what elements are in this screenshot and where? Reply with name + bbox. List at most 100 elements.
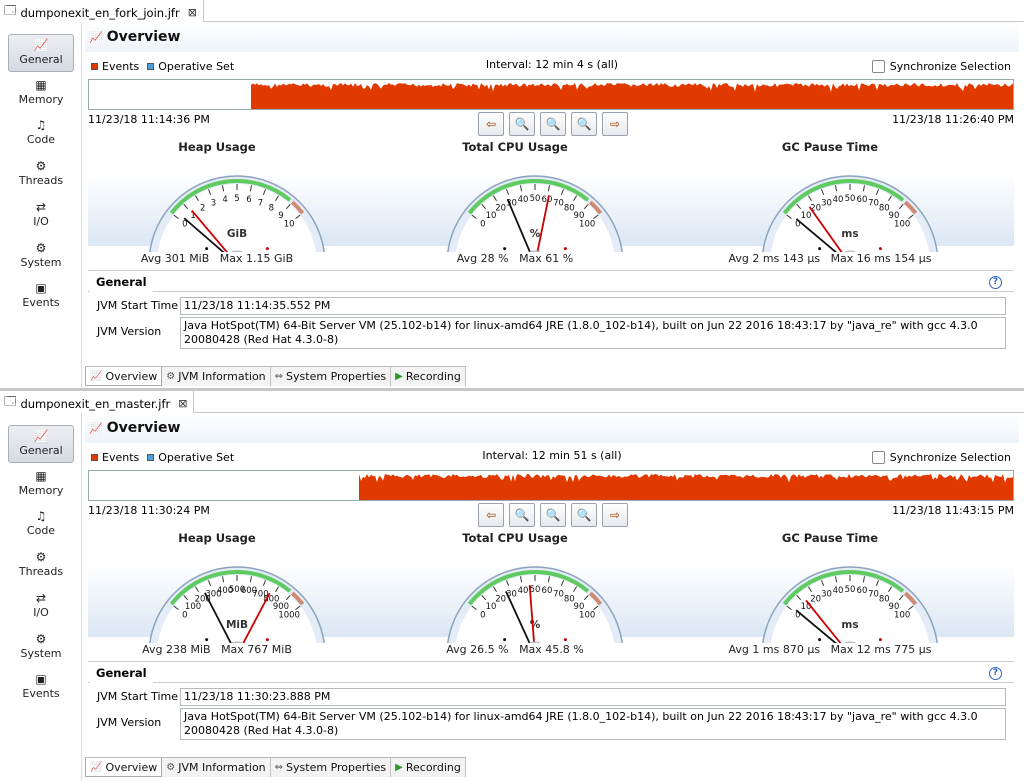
scroll-right-button[interactable]: ⇨: [602, 503, 628, 527]
zoom-in-button[interactable]: 🔍: [571, 112, 597, 136]
events-icon: ▣: [35, 672, 47, 687]
jvm-start-time-label: JVM Start Time: [97, 690, 179, 703]
heap-gauge: 01002003004005006007008009001000MiB: [149, 566, 325, 643]
memory-icon: ▦: [35, 468, 47, 483]
help-icon[interactable]: ?: [989, 667, 1002, 680]
events-timeline[interactable]: [88, 470, 1014, 501]
timeline-start-time: 11/23/18 11:30:24 PM: [88, 504, 210, 517]
sidebar-item-general[interactable]: 📈 General: [8, 425, 74, 463]
divider: [88, 291, 1014, 292]
synchronize-checkbox[interactable]: [871, 451, 885, 464]
general-section-tab[interactable]: General: [90, 664, 153, 684]
sidebar-item-system[interactable]: ⚙ System: [8, 629, 74, 667]
scroll-left-button[interactable]: ⇦: [478, 503, 504, 527]
gauge-marker: [265, 638, 269, 642]
tab-jvm-information[interactable]: ⚙ JVM Information: [162, 367, 271, 386]
sidebar-item-label: Memory: [18, 483, 64, 497]
zoom-in-button[interactable]: 🔍: [571, 503, 597, 527]
io-icon: ⇄: [35, 199, 47, 214]
gauge-marker: [818, 247, 822, 251]
sidebar-item-code[interactable]: ♫ Code: [8, 506, 74, 544]
events-timeline[interactable]: [88, 79, 1014, 110]
sidebar-item-threads[interactable]: ⚙ Threads: [8, 547, 74, 585]
gauge-tick-label: 20: [495, 595, 506, 605]
tab-label: JVM Information: [178, 761, 266, 774]
threads-icon: ⚙: [35, 159, 47, 174]
synchronize-checkbox[interactable]: [871, 60, 885, 73]
zoom-out-button[interactable]: 🔍: [509, 503, 535, 527]
gauge-tick-label: 20: [495, 204, 506, 214]
tab-label: Overview: [105, 760, 158, 774]
sidebar-item-label: Code: [26, 524, 56, 538]
gauge-tick-label: 30: [821, 198, 832, 208]
close-icon[interactable]: ⊠: [178, 397, 187, 410]
gauge-tick-label: 0: [480, 611, 485, 621]
gauge-tick-label: 7: [258, 198, 263, 208]
scroll-left-button[interactable]: ⇦: [478, 112, 504, 136]
sidebar-item-memory[interactable]: ▦ Memory: [8, 75, 74, 113]
gc-gauge-stats: Avg 1 ms 870 µs Max 12 ms 775 µs: [710, 643, 950, 656]
tab-jvm-information-icon: ⚙: [166, 762, 176, 773]
gc-gauge-title: GC Pause Time: [781, 531, 879, 545]
recording-pane: 🗔 dumponexit_en_fork_join.jfr ⊠ 📈 Genera…: [0, 0, 1024, 390]
synchronize-selection[interactable]: Synchronize Selection: [871, 451, 1011, 464]
heap-max-value: Max 1.15 GiB: [219, 252, 294, 265]
zoom-all-button[interactable]: 🔍: [540, 503, 566, 527]
tab-label: Recording: [405, 761, 461, 774]
gauge-tick-label: 10: [284, 220, 295, 230]
general-section-tab[interactable]: General: [90, 273, 153, 293]
events-histogram[interactable]: [89, 471, 1014, 501]
file-tab-label: dumponexit_en_master.jfr: [20, 396, 171, 411]
scroll-right-button[interactable]: ⇨: [602, 112, 628, 136]
gc-avg-value: Avg 1 ms 870 µs: [728, 643, 821, 656]
gauge-tick-label: 50: [530, 585, 541, 595]
sidebar-item-memory[interactable]: ▦ Memory: [8, 466, 74, 504]
tab-jvm-information[interactable]: ⚙ JVM Information: [162, 758, 271, 777]
gauge-tick-label: 3: [211, 198, 216, 208]
page-header: 📈 Overview: [85, 22, 1019, 52]
jvm-version-field[interactable]: Java HotSpot(TM) 64-Bit Server VM (25.10…: [180, 317, 1006, 349]
events-histogram[interactable]: [89, 80, 1014, 110]
page-title: Overview: [106, 420, 181, 436]
jvm-start-time-field[interactable]: 11/23/18 11:14:35.552 PM: [180, 297, 1006, 315]
sidebar-item-events[interactable]: ▣ Events: [8, 278, 74, 316]
tab-system-properties[interactable]: ⇔ System Properties: [270, 758, 392, 777]
cpu-max-value: Max 45.8 %: [519, 643, 584, 656]
sidebar-item-io[interactable]: ⇄ I/O: [8, 197, 74, 235]
jvm-version-field[interactable]: Java HotSpot(TM) 64-Bit Server VM (25.10…: [180, 708, 1006, 740]
sidebar-item-general[interactable]: 📈 General: [8, 34, 74, 72]
tab-system-properties[interactable]: ⇔ System Properties: [270, 367, 392, 386]
help-icon[interactable]: ?: [989, 276, 1002, 289]
tab-recording[interactable]: ▶ Recording: [391, 367, 466, 386]
cpu-gauge-stats: Avg 26.5 % Max 45.8 %: [395, 643, 635, 656]
pane-divider[interactable]: [0, 388, 1024, 391]
zoom-all-button[interactable]: 🔍: [540, 112, 566, 136]
sidebar-item-events[interactable]: ▣ Events: [8, 669, 74, 707]
zoom-out-button[interactable]: 🔍: [509, 112, 535, 136]
synchronize-selection[interactable]: Synchronize Selection: [871, 60, 1011, 73]
gauge-tick-label: 70: [868, 198, 879, 208]
system-icon: ⚙: [35, 240, 47, 255]
jvm-version-label: JVM Version: [97, 716, 162, 729]
jvm-version-label: JVM Version: [97, 325, 162, 338]
sidebar-item-system[interactable]: ⚙ System: [8, 238, 74, 276]
tab-recording[interactable]: ▶ Recording: [391, 758, 466, 777]
sidebar-item-threads[interactable]: ⚙ Threads: [8, 156, 74, 194]
sidebar-item-label: Threads: [18, 565, 64, 579]
tab-overview[interactable]: 📈 Overview: [85, 758, 163, 777]
memory-icon: ▦: [35, 77, 47, 92]
gauge-unit: %: [530, 228, 541, 240]
file-tab[interactable]: 🗔 dumponexit_en_fork_join.jfr ⊠: [0, 0, 204, 22]
file-tab[interactable]: 🗔 dumponexit_en_master.jfr ⊠: [0, 391, 195, 413]
close-icon[interactable]: ⊠: [188, 6, 197, 19]
jvm-start-time-field[interactable]: 11/23/18 11:30:23.888 PM: [180, 688, 1006, 706]
sidebar-item-io[interactable]: ⇄ I/O: [8, 588, 74, 626]
gauge-tick-label: 40: [518, 195, 529, 205]
tab-overview[interactable]: 📈 Overview: [85, 367, 163, 386]
gauge-tick-label: 60: [542, 586, 553, 596]
sidebar-item-code[interactable]: ♫ Code: [8, 115, 74, 153]
gauge-tick-label: 40: [518, 586, 529, 596]
heap-gauge: 0123 4 5 6 78910GiB: [149, 175, 325, 252]
timeline-nav-buttons: ⇦ 🔍 🔍 🔍 ⇨: [478, 112, 628, 136]
editor-tab-bar: 🗔 dumponexit_en_master.jfr ⊠: [0, 391, 1024, 413]
